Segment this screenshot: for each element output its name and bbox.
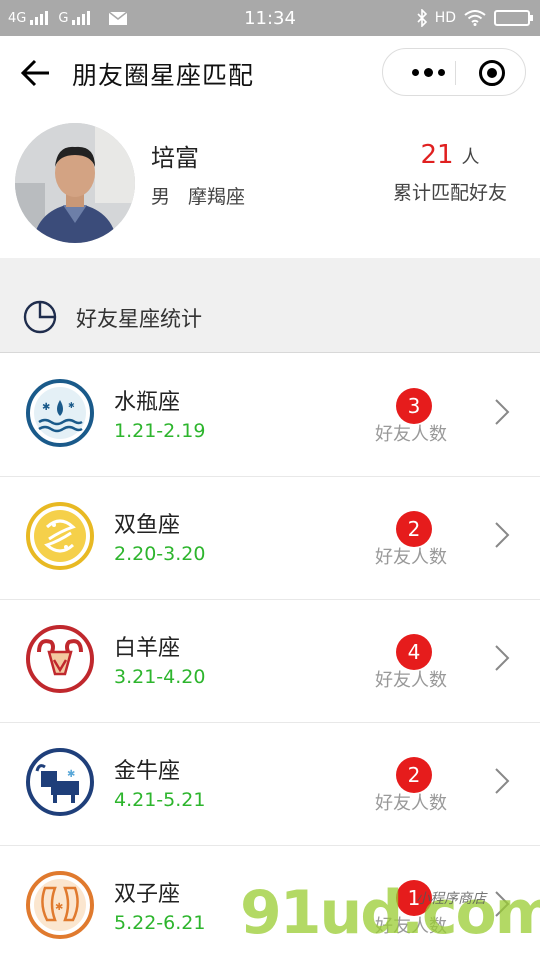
zodiac-dates: 2.20-3.20 [114, 543, 206, 565]
zodiac-name: 双子座 [114, 882, 181, 907]
user-zodiac: 摩羯座 [188, 186, 246, 208]
aries-icon [26, 625, 94, 693]
list-item-pisces[interactable]: 双鱼座 2.20-3.20 2 好友人数 [0, 477, 540, 600]
capsule-divider [455, 61, 456, 85]
friend-count-badge: 2 [396, 511, 432, 547]
navigation-bar: 朋友圈星座匹配 [0, 36, 540, 110]
list-item-aries[interactable]: 白羊座 3.21-4.20 4 好友人数 [0, 600, 540, 723]
section-gap [0, 258, 540, 282]
zodiac-name: 水瓶座 [114, 390, 181, 415]
mini-program-capsule [382, 48, 526, 96]
back-arrow-icon[interactable] [20, 58, 52, 88]
close-target-icon[interactable] [479, 60, 505, 86]
gemini-icon: ✱ [26, 871, 94, 939]
chevron-right-icon [495, 891, 510, 917]
user-name: 培富 [151, 144, 199, 172]
list-item-aquarius[interactable]: ✱ ✱ 水瓶座 1.21-2.19 3 好友人数 [0, 354, 540, 477]
friend-count-badge: 3 [396, 388, 432, 424]
list-item-gemini[interactable]: ✱ 双子座 5.22-6.21 1 好友人数 [0, 846, 540, 960]
match-count-unit: 人 [461, 147, 480, 168]
friend-count-label: 好友人数 [375, 424, 447, 445]
user-info: 男 摩羯座 [151, 182, 245, 209]
wifi-icon [464, 10, 486, 26]
zodiac-dates: 3.21-4.20 [114, 666, 206, 688]
pisces-icon [26, 502, 94, 570]
pie-chart-icon [23, 300, 57, 334]
section-header: 好友星座统计 [0, 282, 540, 353]
friend-count-label: 好友人数 [375, 916, 447, 937]
chevron-right-icon [495, 522, 510, 548]
match-count-value: 21 [420, 140, 454, 170]
svg-text:✱: ✱ [67, 769, 75, 780]
friend-count-label: 好友人数 [375, 793, 447, 814]
status-icons: HD [417, 0, 533, 36]
chevron-right-icon [495, 645, 510, 671]
taurus-icon: ✱ [26, 748, 94, 816]
zodiac-name: 金牛座 [114, 759, 181, 784]
zodiac-name: 白羊座 [114, 636, 181, 661]
zodiac-dates: 1.21-2.19 [114, 420, 206, 442]
bluetooth-icon [417, 9, 427, 27]
chevron-right-icon [495, 399, 510, 425]
more-menu-button[interactable] [401, 49, 455, 95]
page-title: 朋友圈星座匹配 [72, 61, 255, 90]
friend-count-badge: 2 [396, 757, 432, 793]
svg-text:✱: ✱ [55, 902, 63, 913]
match-count: 21 人 [400, 140, 500, 170]
user-gender: 男 [151, 186, 171, 208]
avatar [15, 123, 135, 243]
zodiac-dates: 4.21-5.21 [114, 789, 206, 811]
svg-text:✱: ✱ [42, 402, 50, 413]
zodiac-name: 双鱼座 [114, 513, 181, 538]
aquarius-icon: ✱ ✱ [26, 379, 94, 447]
section-title: 好友星座统计 [76, 307, 202, 331]
svg-text:✱: ✱ [68, 401, 75, 410]
friend-count-badge: 1 [396, 880, 432, 916]
hd-label: HD [434, 10, 456, 26]
friend-count-label: 好友人数 [375, 547, 447, 568]
battery-icon [494, 10, 533, 26]
profile-card: 培富 男 摩羯座 21 人 累计匹配好友 [0, 110, 540, 258]
zodiac-dates: 5.22-6.21 [114, 912, 206, 934]
list-item-taurus[interactable]: ✱ 金牛座 4.21-5.21 2 好友人数 [0, 723, 540, 846]
chevron-right-icon [495, 768, 510, 794]
friend-count-badge: 4 [396, 634, 432, 670]
status-bar: 4G G 11:34 HD [0, 0, 540, 36]
friend-count-label: 好友人数 [375, 670, 447, 691]
match-count-label: 累计匹配好友 [392, 182, 507, 204]
